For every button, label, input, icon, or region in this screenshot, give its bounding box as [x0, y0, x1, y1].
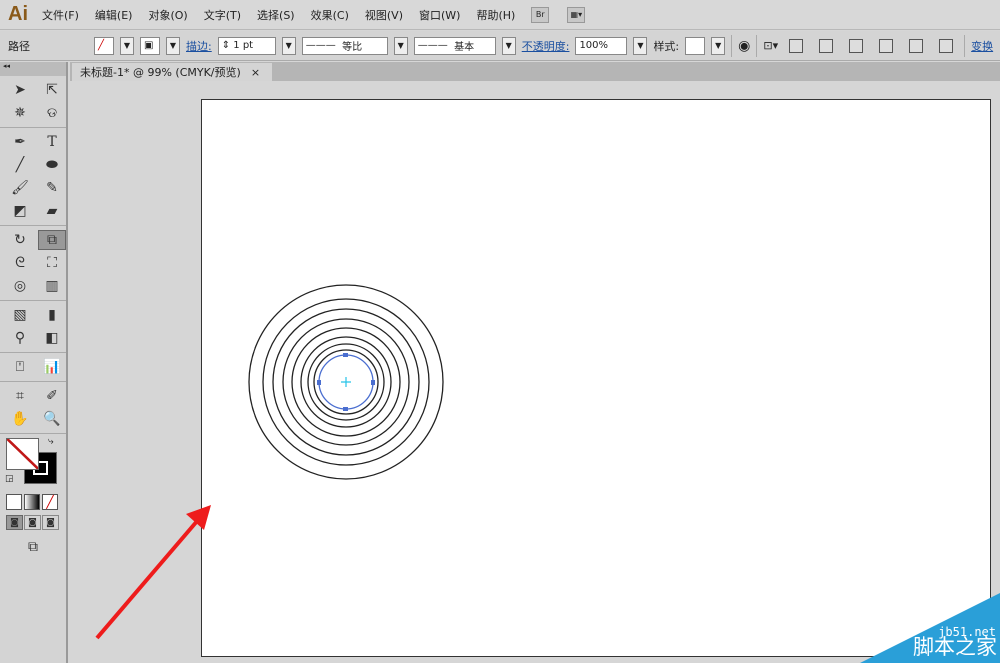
red-arrow-annotation — [95, 505, 211, 640]
anchor-point — [343, 353, 348, 357]
center-point-icon — [341, 377, 351, 387]
watermark: jb51.net 脚本之家 — [860, 593, 1000, 663]
watermark-name: 脚本之家 — [913, 635, 997, 659]
anchor-point — [371, 380, 375, 385]
selected-circle[interactable] — [317, 353, 375, 411]
anchor-point — [317, 380, 321, 385]
anchor-point — [343, 407, 348, 411]
canvas-artwork — [95, 284, 444, 640]
